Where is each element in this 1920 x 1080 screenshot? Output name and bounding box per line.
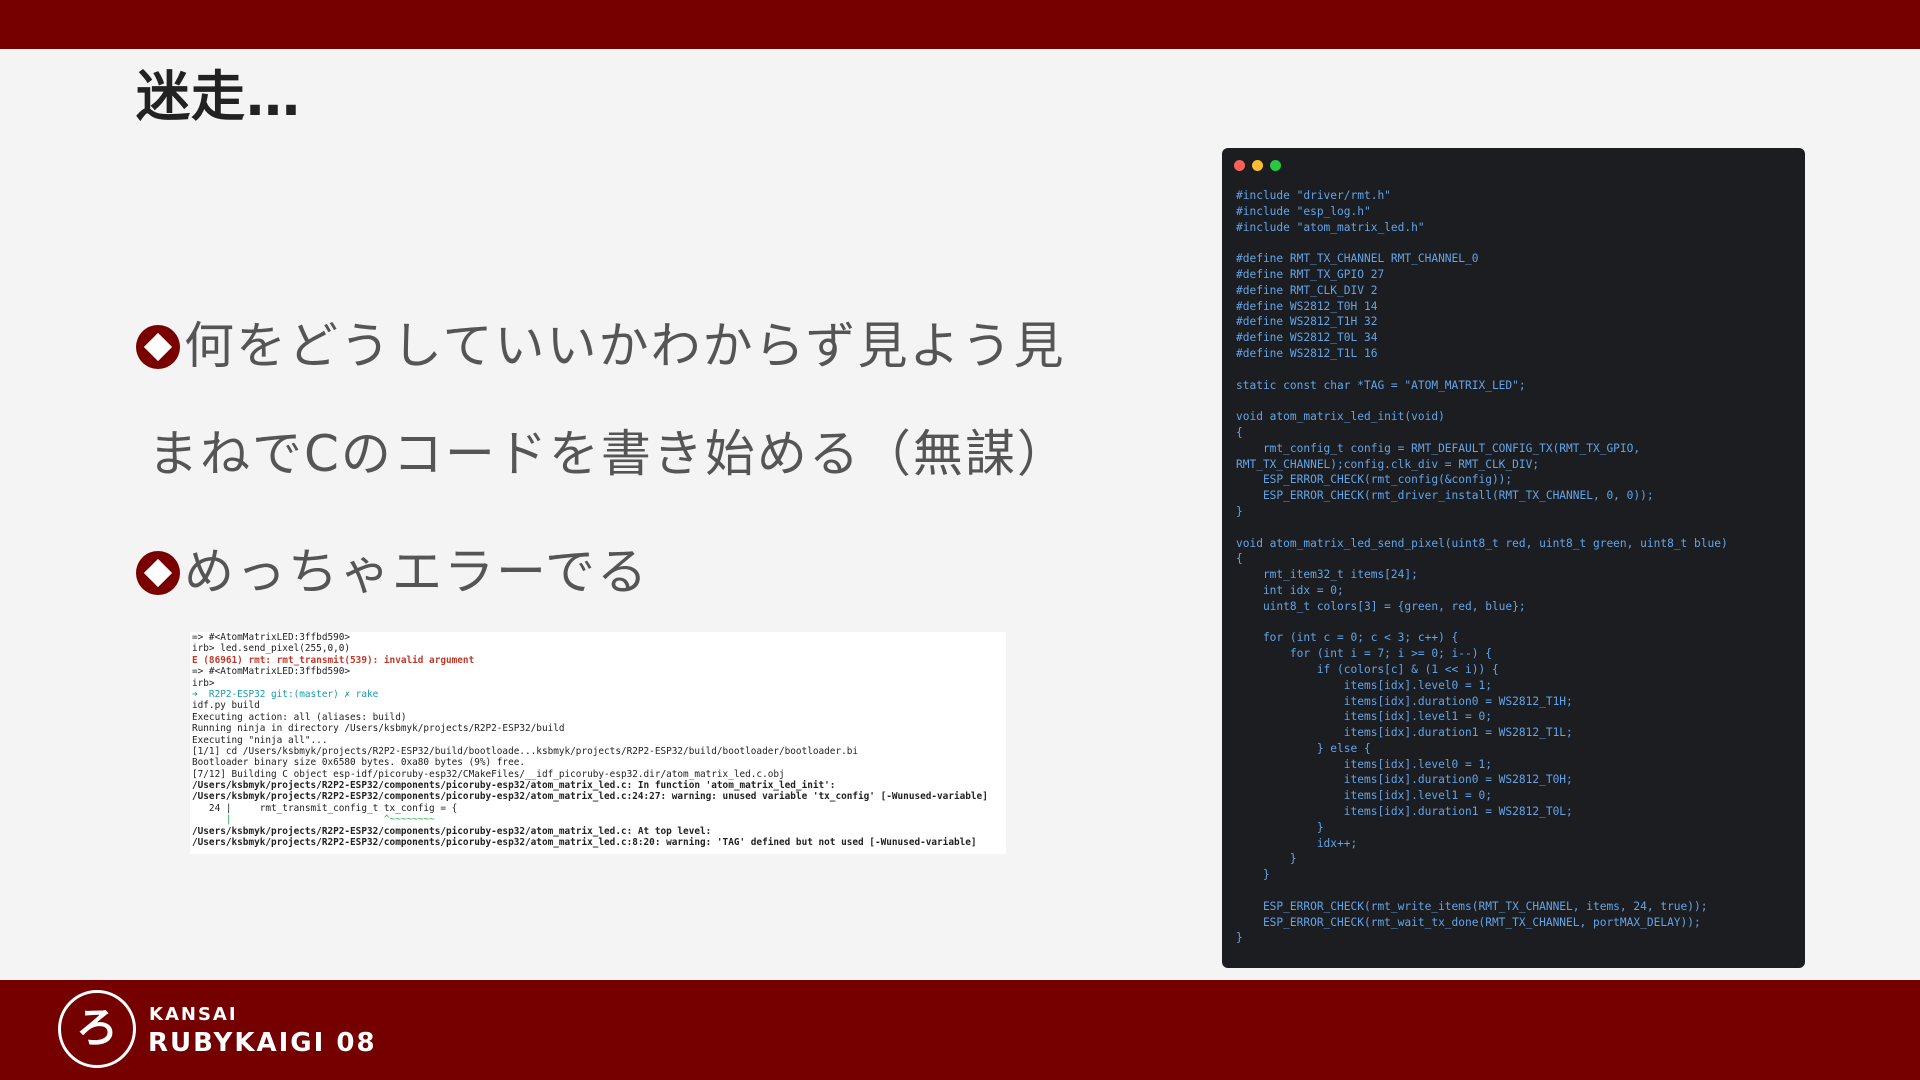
terminal-line: irb> bbox=[192, 677, 215, 689]
terminal-line: irb> led.send_pixel(255,0,0) bbox=[192, 643, 351, 655]
code-line: #define RMT_TX_CHANNEL RMT_CHANNEL_0 bbox=[1236, 252, 1479, 266]
code-line: #define WS2812_T0L 34 bbox=[1236, 331, 1378, 345]
code-line: items[idx].duration1 = WS2812_T1L; bbox=[1236, 726, 1573, 740]
top-band bbox=[0, 0, 1920, 49]
bullet-diamond-icon bbox=[136, 551, 180, 595]
code-line: #include "atom_matrix_led.h" bbox=[1236, 220, 1425, 234]
terminal-line: /Users/ksbmyk/projects/R2P2-ESP32/compon… bbox=[192, 780, 836, 792]
code-line: ESP_ERROR_CHECK(rmt_driver_install(RMT_T… bbox=[1236, 489, 1654, 503]
close-window-icon bbox=[1234, 160, 1245, 171]
terminal-line: => #<AtomMatrixLED:3ffbd590> bbox=[192, 632, 351, 643]
minimize-window-icon bbox=[1252, 160, 1263, 171]
code-line: } bbox=[1236, 868, 1270, 882]
code-line: items[idx].level0 = 1; bbox=[1236, 678, 1492, 692]
code-line: { bbox=[1236, 425, 1243, 439]
brand-line-1: KANSAI bbox=[149, 1004, 238, 1025]
terminal-line: Bootloader binary size 0x6580 bytes. 0xa… bbox=[192, 757, 526, 769]
code-line: } bbox=[1236, 852, 1297, 866]
terminal-line: [7/12] Building C object esp-idf/picorub… bbox=[192, 768, 785, 780]
slide-title: 迷走… bbox=[136, 65, 301, 128]
terminal-line: /Users/ksbmyk/projects/R2P2-ESP32/compon… bbox=[192, 825, 712, 837]
code-line: #define WS2812_T1L 16 bbox=[1236, 346, 1378, 360]
terminal-line: idf.py build bbox=[192, 700, 260, 712]
code-window: #include "driver/rmt.h" #include "esp_log… bbox=[1222, 148, 1805, 968]
terminal-error-line: E (86961) rmt: rmt_transmit(539): invali… bbox=[192, 654, 475, 666]
code-line: ESP_ERROR_CHECK(rmt_write_items(RMT_TX_C… bbox=[1236, 899, 1708, 913]
code-line: } bbox=[1236, 931, 1243, 945]
code-line: rmt_item32_t items[24]; bbox=[1236, 568, 1418, 582]
code-line: ESP_ERROR_CHECK(rmt_wait_tx_done(RMT_TX_… bbox=[1236, 915, 1701, 929]
terminal-warning-line: /Users/ksbmyk/projects/R2P2-ESP32/compon… bbox=[192, 837, 977, 849]
code-line: #define WS2812_T1H 32 bbox=[1236, 315, 1378, 329]
code-line: void atom_matrix_led_init(void) bbox=[1236, 410, 1445, 424]
code-line: uint8_t colors[3] = {green, red, blue}; bbox=[1236, 599, 1526, 613]
code-line: } else { bbox=[1236, 741, 1371, 755]
code-line: #define RMT_TX_GPIO 27 bbox=[1236, 267, 1385, 281]
kansai-rubykaigi-logo: ろ bbox=[58, 990, 136, 1068]
terminal-warning-line: /Users/ksbmyk/projects/R2P2-ESP32/compon… bbox=[192, 791, 988, 803]
logo-glyph: ろ bbox=[75, 1003, 118, 1052]
code-line: items[idx].duration0 = WS2812_T0H; bbox=[1236, 773, 1573, 787]
code-line: if (colors[c] & (1 << i)) { bbox=[1236, 662, 1499, 676]
code-body: #include "driver/rmt.h" #include "esp_log… bbox=[1236, 188, 1795, 946]
code-line: static const char *TAG = "ATOM_MATRIX_LE… bbox=[1236, 378, 1526, 392]
code-line: idx++; bbox=[1236, 836, 1358, 850]
terminal-line: => #<AtomMatrixLED:3ffbd590> bbox=[192, 666, 351, 678]
terminal-prompt-line: ➜ R2P2-ESP32 git:(master) ✗ rake bbox=[192, 688, 379, 700]
code-line: #define WS2812_T0H 14 bbox=[1236, 299, 1378, 313]
code-line: for (int c = 0; c < 3; c++) { bbox=[1236, 631, 1459, 645]
terminal-line: [1/1] cd /Users/ksbmyk/projects/R2P2-ESP… bbox=[192, 745, 859, 757]
code-line: } bbox=[1236, 504, 1243, 518]
code-line: RMT_TX_CHANNEL);config.clk_div = RMT_CLK… bbox=[1236, 457, 1540, 471]
code-line: items[idx].duration1 = WS2812_T0L; bbox=[1236, 805, 1573, 819]
bullet-2-text: めっちゃエラーでる bbox=[184, 543, 649, 601]
terminal-line: | ^~~~~~~~~ bbox=[192, 814, 435, 826]
code-line: ESP_ERROR_CHECK(rmt_config(&config)); bbox=[1236, 473, 1513, 487]
brand-line-2: RUBYKAIGI 08 bbox=[148, 1028, 377, 1058]
code-line: #define RMT_CLK_DIV 2 bbox=[1236, 283, 1378, 297]
code-line: #include "driver/rmt.h" bbox=[1236, 189, 1391, 202]
bullet-1: 何をどうしていいかわからず見よう見 bbox=[136, 306, 1066, 378]
code-line: rmt_config_t config = RMT_DEFAULT_CONFIG… bbox=[1236, 441, 1641, 455]
bullet-1-text: 何をどうしていいかわからず見よう見 bbox=[184, 317, 1066, 375]
code-line: items[idx].level1 = 0; bbox=[1236, 710, 1492, 724]
terminal-line: Running ninja in directory /Users/ksbmyk… bbox=[192, 723, 565, 735]
code-line: items[idx].duration0 = WS2812_T1H; bbox=[1236, 694, 1573, 708]
bullet-2: めっちゃエラーでる bbox=[136, 532, 649, 604]
code-line: { bbox=[1236, 552, 1243, 566]
terminal-line: Executing action: all (aliases: build) bbox=[192, 711, 407, 723]
code-line: for (int i = 7; i >= 0; i--) { bbox=[1236, 647, 1492, 661]
code-line: void atom_matrix_led_send_pixel(uint8_t … bbox=[1236, 536, 1728, 550]
zoom-window-icon bbox=[1270, 160, 1281, 171]
code-line: int idx = 0; bbox=[1236, 583, 1344, 597]
code-line: #include "esp_log.h" bbox=[1236, 204, 1371, 218]
terminal-line: Executing "ninja all"... bbox=[192, 734, 328, 746]
code-line: items[idx].level1 = 0; bbox=[1236, 789, 1492, 803]
bullet-1-continuation: まねでCのコードを書き始める（無謀） bbox=[148, 425, 1069, 483]
bullet-diamond-icon bbox=[136, 325, 180, 369]
terminal-screenshot: => #<AtomMatrixLED:3ffbd590> irb> led.se… bbox=[190, 632, 1006, 854]
terminal-line: 24 | rmt_transmit_config_t tx_config = { bbox=[192, 802, 458, 814]
code-line: } bbox=[1236, 820, 1324, 834]
code-line: items[idx].level0 = 1; bbox=[1236, 757, 1492, 771]
